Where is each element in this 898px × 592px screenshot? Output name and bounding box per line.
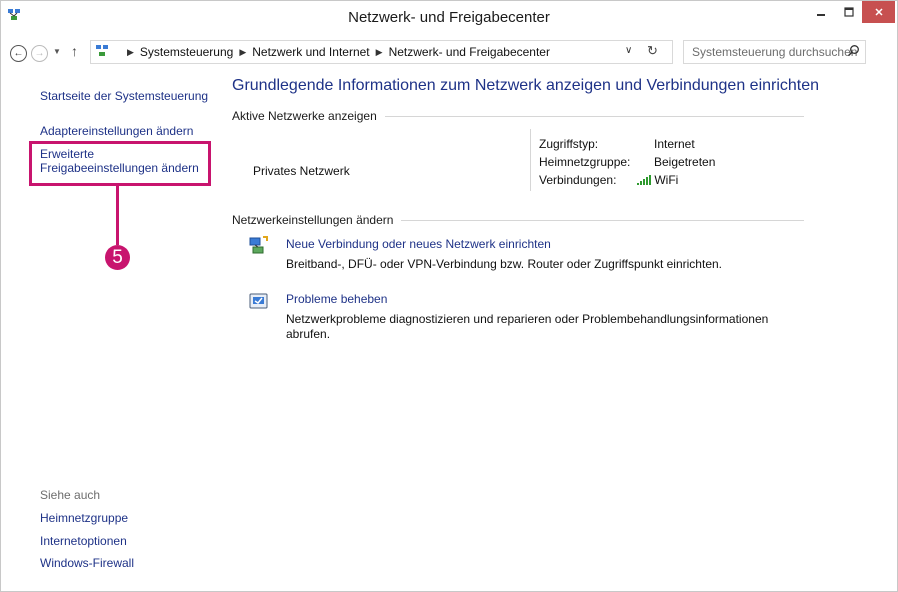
control-panel-icon	[95, 44, 109, 63]
section-heading: Netzwerkeinstellungen ändern	[232, 213, 402, 227]
callout-number-badge: 5	[105, 245, 130, 270]
navigation-bar: ← → ▼ ↑ ▶ Systemsteuerung ▶ Netzwerk und…	[1, 35, 897, 71]
window: Netzwerk- und Freigabecenter ← → ▼ ↑ ▶ S…	[0, 0, 898, 592]
highlight-box	[29, 141, 211, 186]
connection-name: WiFi	[654, 173, 679, 187]
troubleshoot-link[interactable]: Probleme beheben	[286, 292, 387, 306]
forward-button[interactable]: →	[31, 45, 48, 62]
wifi-signal-icon	[637, 175, 651, 185]
network-name: Privates Netzwerk	[253, 164, 350, 178]
sidebar-link-adapter-settings[interactable]: Adaptereinstellungen ändern	[40, 124, 193, 138]
breadcrumb-item[interactable]: Netzwerk- und Freigabecenter	[389, 45, 550, 59]
vertical-divider	[530, 129, 531, 191]
section-heading: Aktive Netzwerke anzeigen	[232, 109, 385, 123]
search-placeholder: Systemsteuerung durchsuchen	[692, 45, 858, 59]
access-type-label: Zugriffstyp:	[539, 137, 599, 151]
recent-locations-button[interactable]: ▼	[53, 47, 61, 56]
page-title: Grundlegende Informationen zum Netzwerk …	[232, 77, 820, 94]
troubleshoot-description: Netzwerkprobleme diagnostizieren und rep…	[286, 312, 769, 341]
minimize-button[interactable]	[807, 1, 835, 23]
breadcrumb-item[interactable]: Systemsteuerung	[140, 45, 233, 59]
close-button[interactable]	[862, 1, 895, 23]
homegroup-label: Heimnetzgruppe:	[539, 155, 631, 169]
search-input[interactable]: Systemsteuerung durchsuchen	[683, 40, 866, 64]
homegroup-link[interactable]: Beigetreten	[654, 155, 715, 169]
new-connection-icon	[248, 235, 270, 262]
connections-label: Verbindungen:	[539, 173, 617, 187]
active-networks-section: Aktive Netzwerke anzeigen	[232, 109, 804, 123]
back-button[interactable]: ←	[10, 45, 27, 62]
search-icon[interactable]	[847, 44, 860, 62]
minimize-icon	[817, 14, 825, 16]
chevron-right-icon: ▶	[375, 46, 383, 57]
breadcrumb-item[interactable]: Netzwerk und Internet	[252, 45, 369, 59]
window-title: Netzwerk- und Freigabecenter	[348, 9, 550, 26]
sidebar-link-windows-firewall[interactable]: Windows-Firewall	[40, 556, 134, 570]
address-bar[interactable]: ▶ Systemsteuerung ▶ Netzwerk und Interne…	[90, 40, 673, 64]
title-bar: Netzwerk- und Freigabecenter	[1, 1, 897, 35]
up-button[interactable]: ↑	[71, 43, 78, 59]
new-connection-link[interactable]: Neue Verbindung oder neues Netzwerk einr…	[286, 237, 551, 251]
callout-line	[116, 183, 119, 245]
refresh-icon[interactable]: ↻	[647, 43, 658, 59]
maximize-icon	[843, 7, 854, 17]
address-dropdown-icon[interactable]: ∨	[625, 45, 632, 56]
maximize-button[interactable]	[835, 1, 862, 23]
new-connection-description: Breitband-, DFÜ- oder VPN-Verbindung bzw…	[286, 257, 722, 271]
chevron-right-icon: ▶	[127, 46, 134, 57]
connection-wifi-link[interactable]: WiFi	[637, 173, 678, 187]
network-settings-section: Netzwerkeinstellungen ändern	[232, 213, 804, 227]
sidebar-link-internet-options[interactable]: Internetoptionen	[40, 534, 127, 548]
breadcrumb: ▶ Systemsteuerung ▶ Netzwerk und Interne…	[121, 41, 550, 63]
chevron-right-icon: ▶	[239, 46, 247, 57]
access-type-value: Internet	[654, 137, 695, 151]
sidebar-link-home[interactable]: Startseite der Systemsteuerung	[40, 89, 208, 103]
troubleshoot-icon	[248, 291, 270, 318]
sidebar-link-homegroup[interactable]: Heimnetzgruppe	[40, 511, 128, 525]
close-icon	[874, 8, 883, 16]
see-also-heading: Siehe auch	[40, 488, 101, 502]
